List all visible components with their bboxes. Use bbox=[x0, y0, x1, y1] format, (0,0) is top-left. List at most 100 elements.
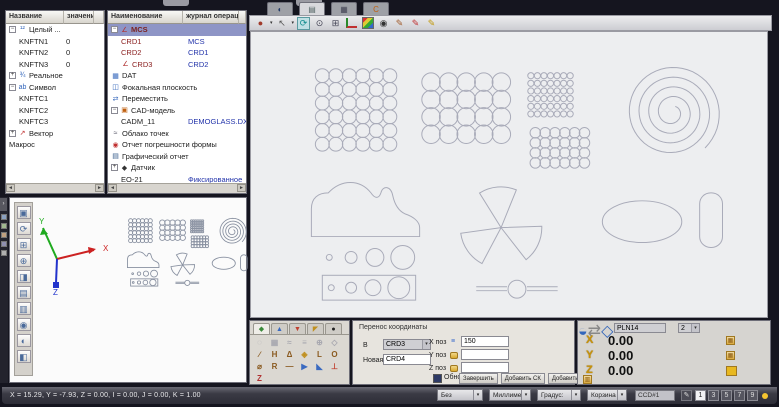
line-tool-icon[interactable]: ∕ bbox=[252, 349, 267, 361]
tree-row[interactable]: ≈Облако точек bbox=[108, 128, 246, 140]
strip-icon[interactable] bbox=[1, 214, 7, 220]
zoom-button[interactable]: ⊙ bbox=[313, 17, 326, 30]
plane-select[interactable]: PLN14 bbox=[614, 323, 666, 333]
scroll-left-arrow[interactable]: ◄ bbox=[108, 184, 117, 192]
palette-tab-special[interactable]: ● bbox=[325, 323, 342, 334]
view-iso-icon[interactable]: ◉ bbox=[17, 318, 31, 331]
tree-row[interactable]: +◆Датчик bbox=[108, 162, 246, 174]
page-button-7[interactable]: 7 bbox=[734, 390, 745, 401]
panel-grip[interactable] bbox=[163, 0, 189, 6]
tree-row[interactable]: KNFTC1 bbox=[6, 93, 104, 105]
tree-row[interactable]: ⇄Переместить bbox=[108, 93, 246, 105]
tree-row[interactable]: CADM_11DEMOGLASS.DXF bbox=[108, 116, 246, 128]
finish-button[interactable]: Завершить bbox=[459, 373, 498, 384]
height-tool-icon[interactable]: H bbox=[267, 349, 282, 361]
tree-expander-icon[interactable]: + bbox=[9, 72, 16, 79]
flag-tool-icon[interactable]: ▶ bbox=[297, 361, 312, 373]
cad-canvas[interactable] bbox=[250, 31, 768, 318]
diameter-tool-icon[interactable]: ⌀ bbox=[252, 361, 267, 373]
tree-row[interactable]: −∠MCS bbox=[108, 24, 246, 36]
tolerance-icon[interactable]: ▦ bbox=[726, 336, 735, 345]
y-pos-input[interactable] bbox=[461, 349, 509, 360]
strip-icon[interactable] bbox=[1, 223, 7, 229]
column-header[interactable]: значение bbox=[64, 11, 94, 24]
column-header[interactable]: журнал операций bbox=[183, 11, 239, 24]
probe-sphere-button[interactable]: ● bbox=[254, 17, 267, 30]
tree-row[interactable]: KNFTN10 bbox=[6, 36, 104, 48]
tab-drawing-view[interactable]: ▤ bbox=[299, 2, 325, 15]
palette-tab-program[interactable]: ▼ bbox=[289, 323, 306, 334]
tree-row[interactable]: KNFTC3 bbox=[6, 116, 104, 128]
tree-row[interactable]: Макрос bbox=[6, 139, 104, 151]
camera-field[interactable] bbox=[635, 390, 675, 401]
distance-tool-icon[interactable]: — bbox=[282, 361, 297, 373]
rotate-view-icon[interactable]: ⟳ bbox=[17, 222, 31, 235]
tab-report-view[interactable]: ▦ bbox=[331, 2, 357, 15]
tree-expander-icon[interactable]: + bbox=[111, 164, 118, 171]
tree-row[interactable]: KNFTN30 bbox=[6, 59, 104, 71]
circle-tool-icon[interactable]: O bbox=[327, 349, 342, 361]
tree-row[interactable]: ▦DAT bbox=[108, 70, 246, 82]
view-front-icon[interactable]: ▤ bbox=[17, 286, 31, 299]
scroll-right-arrow[interactable]: ► bbox=[95, 184, 104, 192]
tree-expander-icon[interactable]: − bbox=[111, 26, 118, 33]
tree-row[interactable]: KNFTC2 bbox=[6, 105, 104, 117]
tree-row[interactable]: KNFTN20 bbox=[6, 47, 104, 59]
brush-button[interactable]: ✎ bbox=[409, 17, 422, 30]
tree-expander-icon[interactable]: − bbox=[9, 84, 16, 91]
page-button-1[interactable]: 1 bbox=[695, 390, 706, 401]
palette-tab-measure[interactable]: ◆ bbox=[253, 323, 270, 334]
tree-row[interactable]: ◫Фокальная плоскость bbox=[108, 82, 246, 94]
visibility-button[interactable]: ◉ bbox=[377, 17, 390, 30]
chevron-down-icon[interactable]: ▾ bbox=[270, 20, 273, 26]
palette-tab-construct[interactable]: ▲ bbox=[271, 323, 288, 334]
pattern-tool-icon[interactable]: ⊕ bbox=[312, 337, 327, 349]
corner-tool-icon[interactable]: L bbox=[312, 349, 327, 361]
mode-icon[interactable]: ▥ bbox=[583, 375, 592, 384]
units-select[interactable]: Миллиметр▾ bbox=[489, 389, 531, 401]
tolerance-icon[interactable]: ▦ bbox=[726, 351, 735, 360]
target-cs-select[interactable]: CRD3 ▾ bbox=[383, 339, 431, 350]
pen-tool-button[interactable]: ✎ bbox=[681, 390, 692, 401]
radius-tool-icon[interactable]: R bbox=[267, 361, 282, 373]
add-cs-button[interactable]: Добавить СК bbox=[501, 373, 545, 384]
zoom-window-icon[interactable]: ⊞ bbox=[17, 238, 31, 251]
tree-row[interactable]: −▣CAD-модель bbox=[108, 105, 246, 117]
tab-cad-view[interactable]: C bbox=[363, 2, 389, 15]
refresh-view-button[interactable]: ⟳ bbox=[297, 17, 310, 30]
tree-expander-icon[interactable]: − bbox=[9, 26, 16, 33]
projection-select[interactable]: Без проекции▾ bbox=[437, 389, 483, 401]
tree-expander-icon[interactable]: + bbox=[9, 130, 16, 137]
axes-tool-icon[interactable]: ⊥ bbox=[327, 361, 342, 373]
page-button-3[interactable]: 3 bbox=[708, 390, 719, 401]
view-top-icon[interactable]: ▥ bbox=[17, 302, 31, 315]
pen-button[interactable]: ✎ bbox=[425, 17, 438, 30]
tree-row[interactable]: +↗Вектор bbox=[6, 128, 104, 140]
z-pos-input[interactable] bbox=[461, 362, 509, 373]
select-cursor-button[interactable]: ↖ bbox=[276, 17, 289, 30]
count-select[interactable]: 2 ▾ bbox=[678, 323, 700, 333]
expand-strip-button[interactable]: › bbox=[0, 198, 7, 211]
alarm-bell-icon[interactable] bbox=[726, 366, 737, 376]
tab-video-view[interactable]: ◐ bbox=[267, 2, 293, 15]
color-palette-button[interactable] bbox=[361, 17, 374, 30]
x-pos-input[interactable] bbox=[461, 336, 509, 347]
tree-row[interactable]: CRD2CRD1 bbox=[108, 47, 246, 59]
grid-tool-icon[interactable]: ▦ bbox=[267, 337, 282, 349]
point-tool-icon[interactable]: ◌ bbox=[252, 337, 267, 349]
zoom-extents-button[interactable]: ⊞ bbox=[329, 17, 342, 30]
column-header[interactable]: Название bbox=[6, 11, 64, 24]
view-settings-icon[interactable]: ◧ bbox=[17, 350, 31, 363]
tree-row[interactable]: CRD1MCS bbox=[108, 36, 246, 48]
angle-tool-icon[interactable]: Δ bbox=[282, 349, 297, 361]
tree-row[interactable]: ∠CRD3CRD2 bbox=[108, 59, 246, 71]
strip-icon[interactable] bbox=[1, 232, 7, 238]
tree-row[interactable]: ▤Графический отчет bbox=[108, 151, 246, 163]
update-copies-checkbox[interactable] bbox=[433, 374, 442, 383]
shading-icon[interactable]: ◐ bbox=[17, 334, 31, 347]
basket-select[interactable]: Корзина▾ bbox=[587, 389, 627, 401]
tree-row[interactable]: −¹²Целый ... bbox=[6, 24, 104, 36]
tree-expander-icon[interactable]: − bbox=[111, 107, 118, 114]
lines-tool-icon[interactable]: ≡ bbox=[297, 337, 312, 349]
horizontal-scrollbar[interactable]: ◄► bbox=[108, 183, 246, 193]
